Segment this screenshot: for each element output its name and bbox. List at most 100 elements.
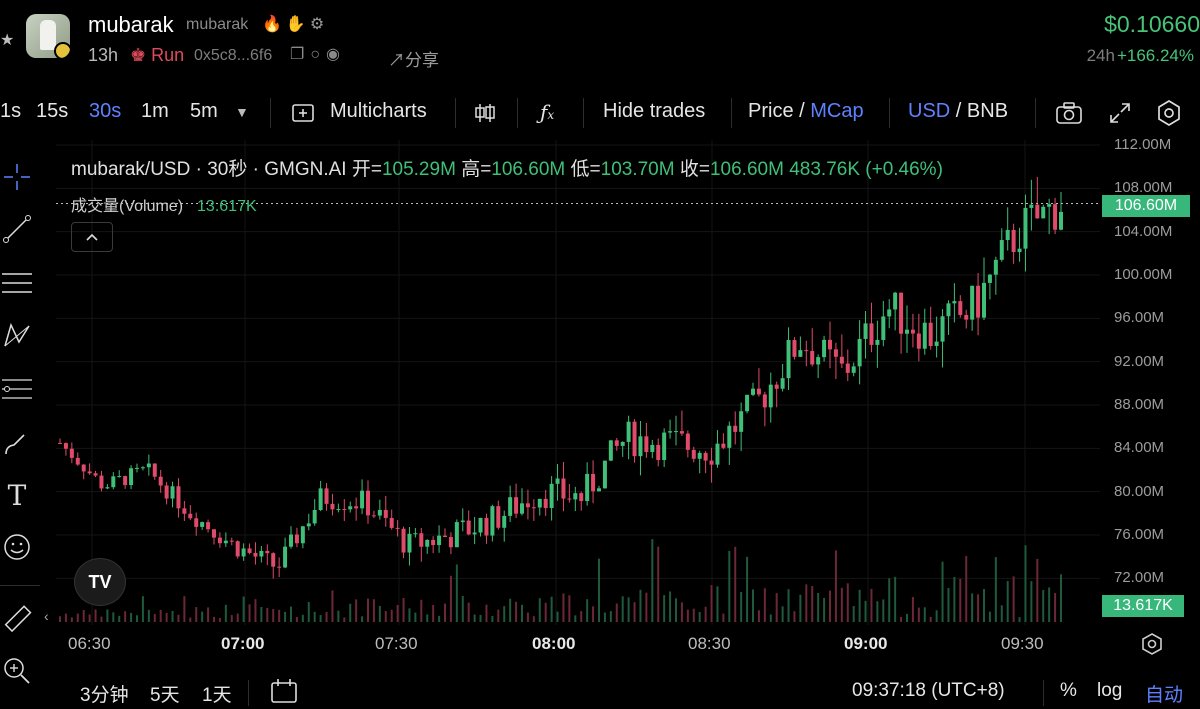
candle-body [371,515,376,517]
ruler-icon[interactable] [0,602,34,636]
candle-body [709,460,714,465]
currency-toggle[interactable]: USD / BNB [908,100,1008,123]
candle-body [1053,204,1058,230]
volume-bar [266,607,269,622]
x-axis-label: 09:00 [844,634,888,653]
range-3min[interactable]: 3分钟 [80,680,129,707]
horizontal-lines-icon[interactable] [0,266,34,300]
candle-body [798,350,803,357]
volume-bar [538,598,541,622]
camera-icon[interactable] [1056,100,1082,126]
contract-address[interactable]: 0x5c8...6f6 [194,47,272,65]
volume-bar [544,602,547,622]
zoom-icon[interactable] [0,654,34,688]
pattern-icon[interactable] [0,318,34,352]
candle-body [348,506,353,510]
collapse-legend-button[interactable] [71,222,113,252]
volume-bar [633,602,636,622]
calendar-icon[interactable] [270,678,298,709]
token-tag-icons: 🔥✋⚙ [262,14,328,34]
percent-toggle[interactable]: % [1060,680,1077,702]
candle-body [342,509,347,511]
volume-bar [704,606,707,622]
price-option[interactable]: Price [748,100,794,122]
auto-toggle[interactable]: 自动 [1145,680,1183,707]
volume-bar [455,564,458,622]
candle-body [146,463,151,468]
price-mcap-toggle[interactable]: Price / MCap [748,100,864,123]
candle-body [1041,206,1046,219]
candle-body [780,378,785,389]
multicharts-button[interactable]: Multicharts [330,100,427,123]
volume-bar [461,595,464,622]
hide-trades-button[interactable]: Hide trades [603,100,705,123]
fib-icon[interactable] [0,372,34,406]
candle-body [407,533,412,553]
copy-icon[interactable]: ❐ [290,46,310,63]
candle-body [1023,207,1028,249]
text-tool-icon[interactable]: T [0,478,34,512]
interval-1s[interactable]: 1s [0,100,21,123]
candle-body [774,384,779,389]
legend-open-label: 开= [351,159,382,180]
bnb-option[interactable]: BNB [967,100,1008,122]
candle-body [839,356,844,364]
candle-body [833,349,838,357]
volume-bar [331,590,334,622]
volume-bar [378,605,381,622]
share-button[interactable]: ↗分享 [388,46,439,71]
candle-body [188,513,193,519]
candle-body [691,449,696,459]
candle-body [697,452,702,459]
y-axis-label: 112.00M [1114,136,1172,153]
candle-body [105,487,110,489]
indicators-fx-icon[interactable]: ƒx [540,100,554,124]
candle-body [484,517,489,536]
volume-bar [177,614,180,622]
volume-bar [882,599,885,622]
candle-body [152,463,157,477]
interval-dropdown-icon[interactable]: ▼ [235,104,249,120]
chart-link-icon[interactable]: ◉ [326,46,346,63]
scroll-left-icon[interactable]: ‹ [44,608,49,624]
settings-gear-icon[interactable] [1156,100,1182,126]
candle-body [762,394,767,408]
brush-icon[interactable] [0,426,34,460]
candle-body [946,303,951,317]
interval-5m[interactable]: 5m [190,100,218,123]
legend-symbol: mubarak/USD · 30秒 · GMGN.AI [71,159,347,180]
trendline-icon[interactable] [0,212,34,246]
volume-bar [657,546,660,622]
volume-bar [817,592,820,622]
volume-bar [977,594,980,622]
interval-30s[interactable]: 30s [89,100,121,123]
candle-body [638,436,643,457]
interval-1m[interactable]: 1m [141,100,169,123]
candle-type-icon[interactable] [472,100,498,126]
add-chart-icon[interactable] [290,100,316,126]
candle-body [525,503,530,508]
emoji-icon[interactable] [0,530,34,564]
candle-body [277,566,282,568]
candle-body [466,520,471,535]
favorite-star-icon[interactable]: ★ [0,30,14,50]
search-icon[interactable]: ○ [310,46,326,63]
volume-bar [823,597,826,622]
candle-body [182,508,187,514]
mcap-option[interactable]: MCap [810,100,863,122]
range-5d[interactable]: 5天 [150,680,180,707]
fullscreen-icon[interactable] [1107,100,1133,126]
volume-bar [479,614,482,622]
candle-body [135,467,139,469]
interval-15s[interactable]: 15s [36,100,68,123]
log-toggle[interactable]: log [1097,680,1122,702]
crosshair-icon[interactable] [0,160,34,194]
axis-settings-icon[interactable] [1140,632,1164,661]
candle-body [514,497,519,514]
candle-body [928,322,933,346]
volume-bar [290,606,292,622]
volume-label: 成交量(Volume) [71,198,184,215]
usd-option[interactable]: USD [908,100,950,122]
tradingview-logo[interactable]: TV [74,558,126,606]
range-1d[interactable]: 1天 [202,680,232,707]
